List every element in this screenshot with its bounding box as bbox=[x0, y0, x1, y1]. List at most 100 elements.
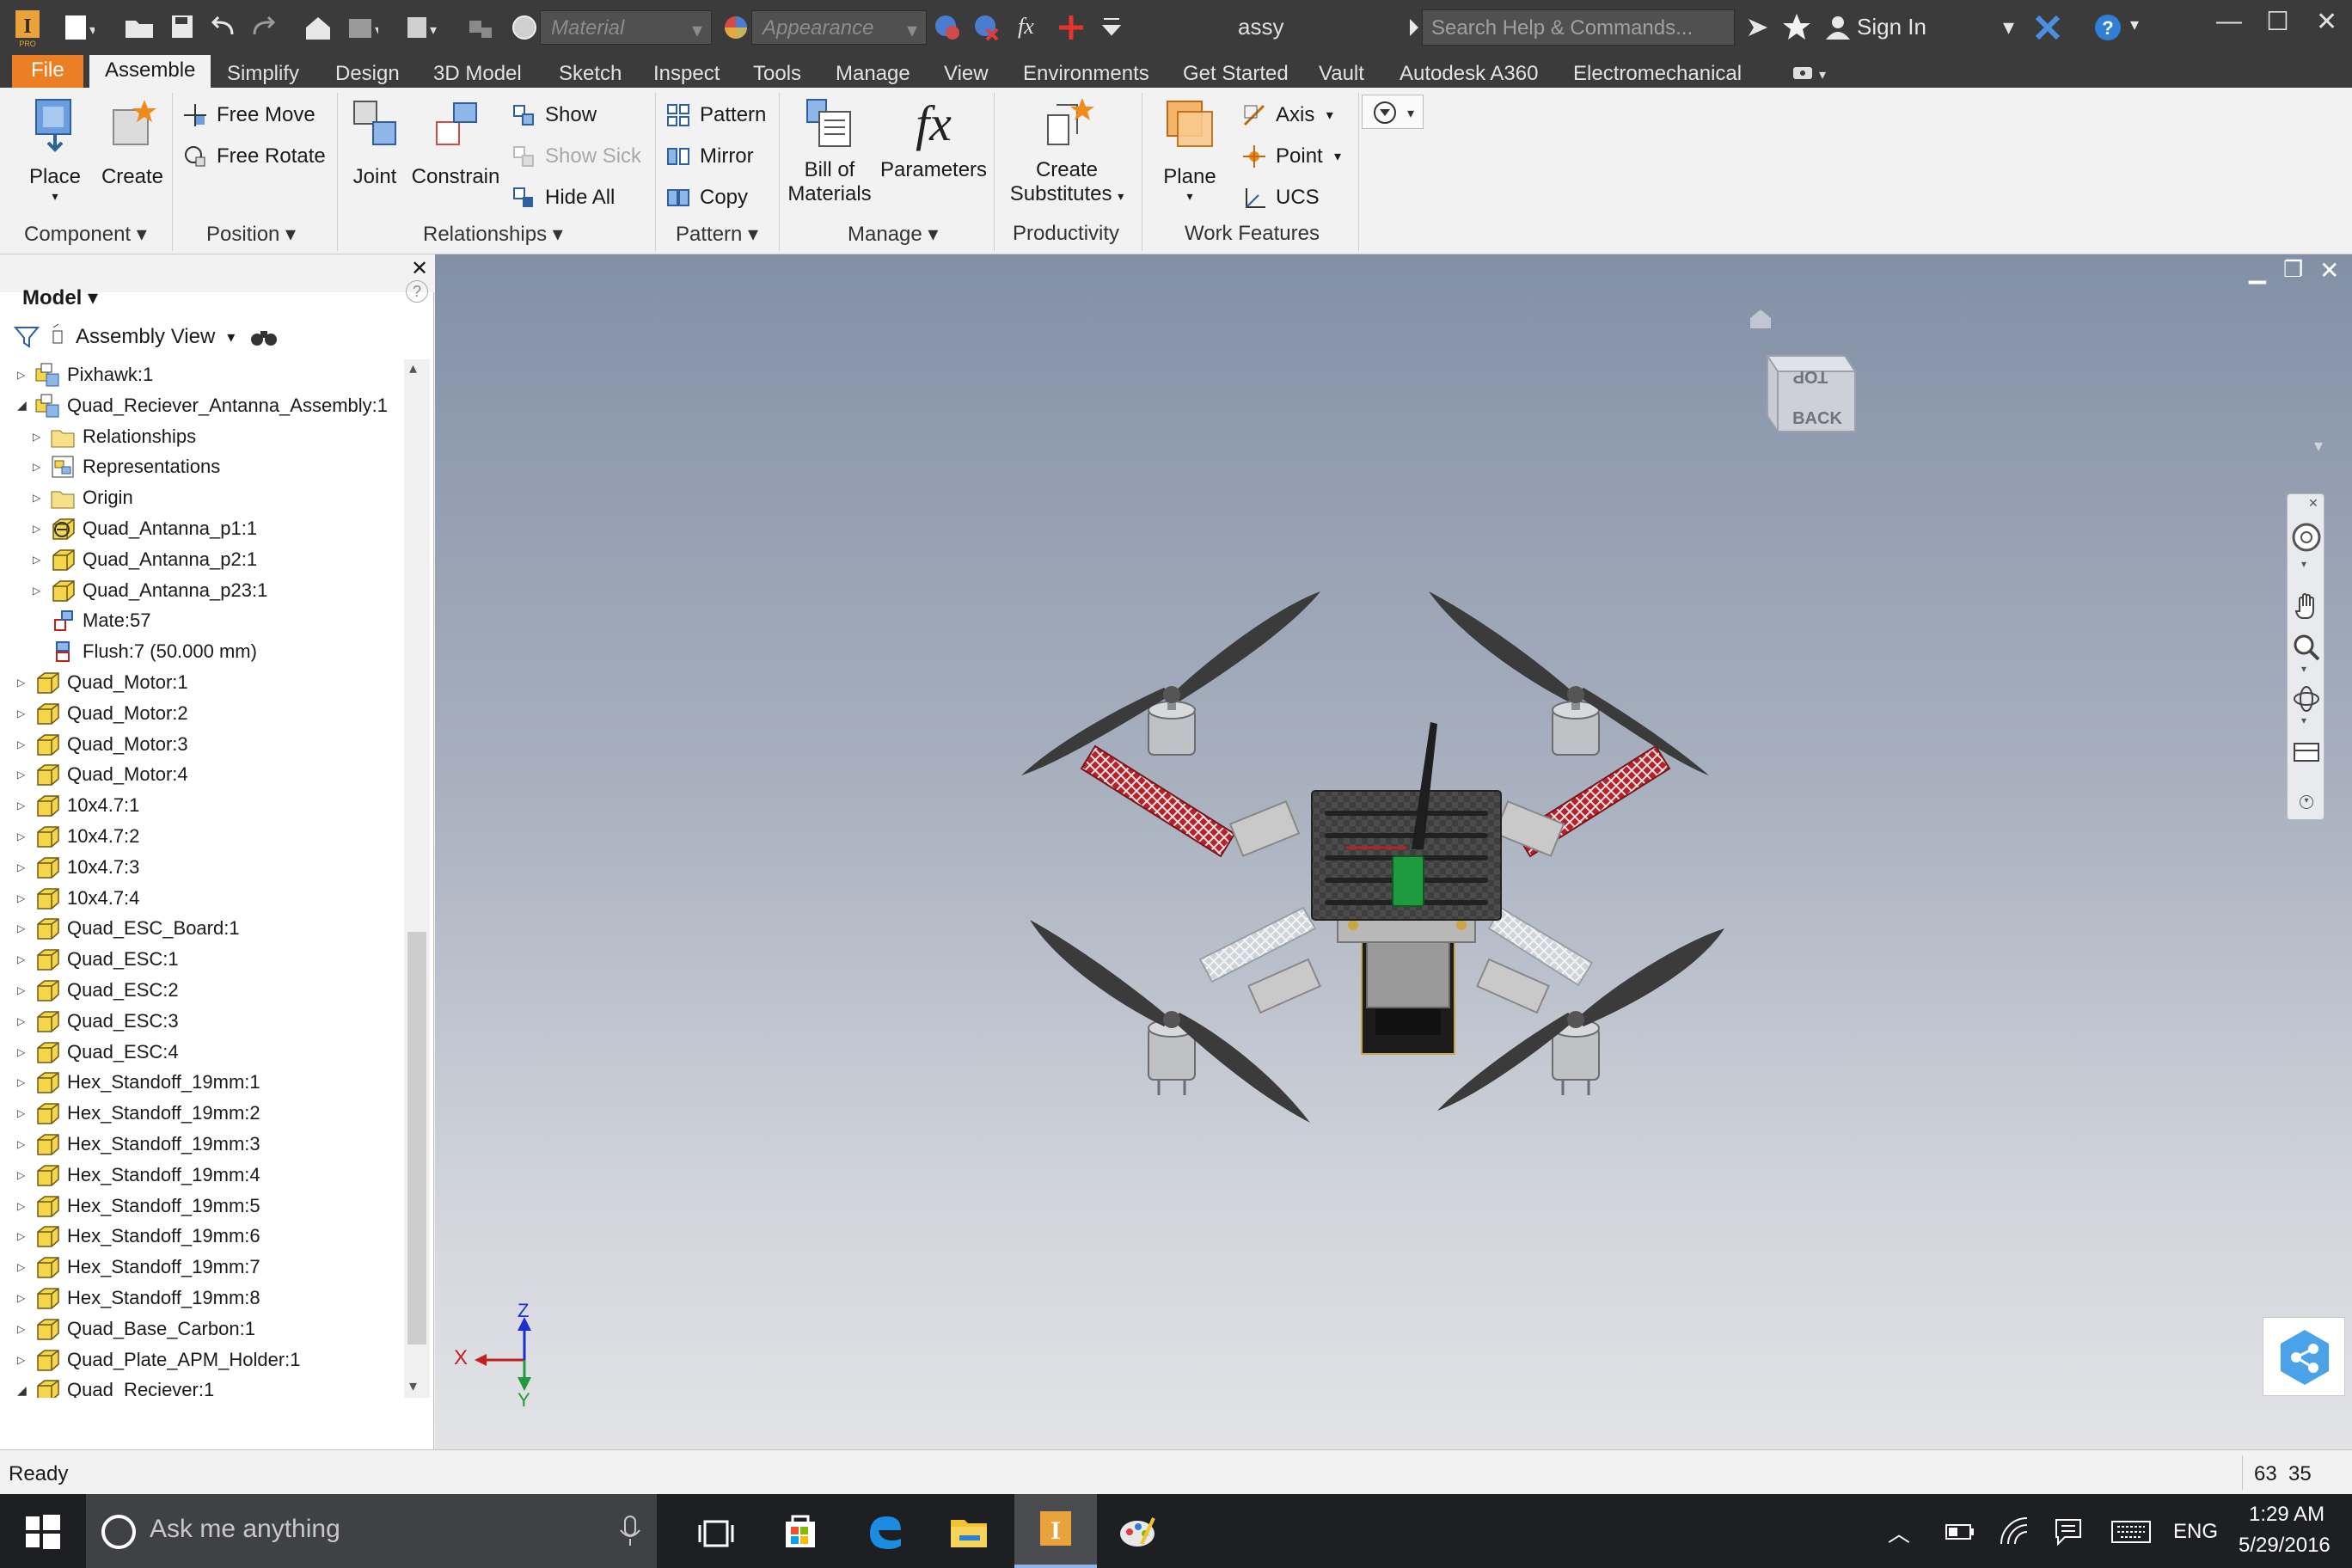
tree-node[interactable]: ◢ Quad_Reciever_Antanna_Assembly:1 bbox=[17, 390, 388, 421]
tab-environments[interactable]: Environments bbox=[1023, 58, 1149, 88]
tree-node[interactable]: ▷ Quad_Motor:1 bbox=[17, 667, 188, 698]
action-center-icon[interactable] bbox=[2051, 1515, 2086, 1549]
ribbon-options-icon[interactable]: ▾ bbox=[1792, 58, 1829, 88]
tree-node[interactable]: Mate:57 bbox=[33, 605, 151, 636]
edge-browser-icon[interactable] bbox=[863, 1510, 906, 1553]
exchange-apps-icon[interactable] bbox=[2030, 10, 2065, 45]
component-panel-label[interactable]: Component ▾ bbox=[24, 222, 147, 247]
tree-node[interactable]: ▷ Pixhawk:1 bbox=[17, 359, 153, 390]
adjust-appearance-icon[interactable] bbox=[930, 10, 965, 45]
expand-arrow-icon[interactable]: ▷ bbox=[17, 738, 31, 750]
cortana-search-box[interactable]: Ask me anything bbox=[86, 1494, 657, 1568]
file-explorer-icon[interactable] bbox=[947, 1510, 990, 1553]
filter-icon[interactable] bbox=[12, 322, 41, 352]
relationships-panel-label[interactable]: Relationships ▾ bbox=[423, 222, 563, 247]
microphone-icon[interactable] bbox=[617, 1515, 643, 1549]
expand-arrow-icon[interactable]: ▷ bbox=[17, 1107, 31, 1119]
battery-icon[interactable] bbox=[1943, 1515, 1977, 1549]
tab-autodesk-a360[interactable]: Autodesk A360 bbox=[1400, 58, 1538, 88]
expand-arrow-icon[interactable]: ▷ bbox=[33, 554, 46, 566]
help-search-input[interactable]: Search Help & Commands... bbox=[1422, 9, 1735, 46]
redo-icon[interactable] bbox=[246, 10, 280, 45]
expand-arrow-icon[interactable]: ▷ bbox=[33, 585, 46, 597]
tree-node[interactable]: ▷ Hex_Standoff_19mm:4 bbox=[17, 1160, 260, 1191]
browser-scroll-thumb[interactable] bbox=[407, 932, 426, 1344]
appearance-icon[interactable] bbox=[719, 10, 753, 45]
bill-of-materials-button[interactable]: Bill of Materials bbox=[784, 96, 875, 206]
update-icon[interactable]: ▾ bbox=[344, 10, 382, 45]
expand-arrow-icon[interactable]: ▷ bbox=[17, 1200, 31, 1212]
tree-node[interactable]: ▷ Hex_Standoff_19mm:1 bbox=[17, 1067, 260, 1098]
tree-node[interactable]: ▷ Quad_ESC:4 bbox=[17, 1037, 179, 1068]
language-indicator[interactable]: ENG bbox=[2173, 1520, 2218, 1544]
parameters-button[interactable]: fx Parameters bbox=[880, 96, 987, 182]
browser-help-icon[interactable]: ? bbox=[406, 280, 428, 303]
expand-arrow-icon[interactable]: ▷ bbox=[17, 1169, 31, 1181]
expand-arrow-icon[interactable]: ▷ bbox=[17, 369, 31, 381]
tree-node[interactable]: ▷ Quad_Antanna_p2:1 bbox=[33, 544, 257, 575]
expand-arrow-icon[interactable]: ▷ bbox=[17, 953, 31, 965]
inventor-taskbar-button[interactable]: I bbox=[1014, 1494, 1097, 1568]
expand-arrow-icon[interactable]: ▷ bbox=[17, 1323, 31, 1335]
manage-panel-label[interactable]: Manage ▾ bbox=[848, 222, 938, 247]
help-icon[interactable]: ? bbox=[2091, 10, 2125, 45]
tree-node[interactable]: ▷ Relationships bbox=[33, 421, 196, 452]
tree-node[interactable]: ▷ Hex_Standoff_19mm:8 bbox=[17, 1283, 260, 1314]
tab-get-started[interactable]: Get Started bbox=[1183, 58, 1289, 88]
tree-node[interactable]: ▷ Quad_ESC:1 bbox=[17, 944, 179, 975]
point-button[interactable]: Point ▾ bbox=[1241, 143, 1341, 170]
expand-arrow-icon[interactable]: ▷ bbox=[17, 1076, 31, 1088]
expand-arrow-icon[interactable]: ▷ bbox=[17, 769, 31, 781]
constrain-button[interactable]: Constrain bbox=[411, 96, 500, 189]
paint-app-icon[interactable] bbox=[1116, 1510, 1159, 1553]
copy-button[interactable]: Copy bbox=[665, 184, 748, 211]
tree-node[interactable]: ▷ Quad_Motor:3 bbox=[17, 729, 188, 760]
expand-arrow-icon[interactable]: ▷ bbox=[17, 1230, 31, 1242]
material-dropdown[interactable]: Material ▾ bbox=[540, 10, 712, 45]
tab-3d-model[interactable]: 3D Model bbox=[433, 58, 522, 88]
expand-arrow-icon[interactable]: ▷ bbox=[33, 461, 46, 473]
sign-in-dropdown-icon[interactable]: ▾ bbox=[2003, 14, 2014, 40]
save-icon[interactable] bbox=[165, 10, 199, 45]
expand-arrow-icon[interactable]: ▷ bbox=[17, 799, 31, 812]
task-view-icon[interactable] bbox=[695, 1511, 738, 1554]
select-icon[interactable]: ▾ bbox=[402, 10, 437, 45]
expand-arrow-icon[interactable]: ▷ bbox=[17, 984, 31, 996]
expand-arrow-icon[interactable]: ▷ bbox=[17, 861, 31, 873]
find-binoculars-icon[interactable] bbox=[248, 322, 279, 352]
expand-arrow-icon[interactable]: ▷ bbox=[17, 892, 31, 904]
tree-node[interactable]: ▷ Quad_ESC:3 bbox=[17, 1006, 179, 1037]
model-dropdown[interactable]: Model ▾ bbox=[22, 285, 98, 310]
create-substitutes-button[interactable]: Create Substitutes ▾ bbox=[1006, 96, 1128, 206]
add-icon[interactable] bbox=[1054, 10, 1088, 45]
tree-node[interactable]: ▷ Quad_Motor:4 bbox=[17, 759, 188, 790]
tree-node[interactable]: ▷ Quad_ESC:2 bbox=[17, 975, 179, 1006]
ucs-button[interactable]: UCS bbox=[1241, 184, 1320, 211]
scroll-up-icon[interactable]: ▴ bbox=[409, 359, 417, 377]
close-window-icon[interactable]: ✕ bbox=[2316, 7, 2337, 37]
minimize-window-icon[interactable]: — bbox=[2216, 7, 2242, 36]
tree-node[interactable]: ▷ Quad_ESC_Board:1 bbox=[17, 913, 240, 944]
tab-assemble[interactable]: Assemble bbox=[89, 55, 211, 88]
communication-center-icon[interactable] bbox=[1742, 10, 1776, 45]
tab-file[interactable]: File bbox=[12, 55, 83, 88]
user-icon[interactable] bbox=[1821, 10, 1855, 45]
show-button[interactable]: Show bbox=[511, 101, 597, 129]
tab-design[interactable]: Design bbox=[335, 58, 400, 88]
expand-arrow-icon[interactable]: ▷ bbox=[17, 1138, 31, 1150]
graphics-viewport[interactable]: ▁ ❐ ✕ TOP BACK ▾ ✕ ▾ ▾ ▾ ▾ X Z Y bbox=[435, 254, 2352, 1449]
tree-node[interactable]: ▷ Quad_Base_Carbon:1 bbox=[17, 1314, 255, 1344]
clock-time[interactable]: 1:29 AM bbox=[2249, 1503, 2324, 1527]
pattern-button[interactable]: Pattern bbox=[665, 101, 766, 129]
expand-arrow-icon[interactable]: ▷ bbox=[17, 1354, 31, 1366]
tree-node[interactable]: ▷ Quad_Antanna_p23:1 bbox=[33, 575, 267, 606]
appearance-dropdown[interactable]: Appearance ▾ bbox=[751, 10, 927, 45]
favorites-star-icon[interactable] bbox=[1779, 10, 1814, 45]
maximize-window-icon[interactable]: ☐ bbox=[2266, 7, 2289, 37]
tree-node[interactable]: ▷ 10x4.7:1 bbox=[17, 790, 139, 821]
assembly-view-dropdown[interactable]: Assembly View bbox=[76, 325, 215, 349]
undo-icon[interactable] bbox=[206, 10, 241, 45]
expand-arrow-icon[interactable]: ▷ bbox=[33, 492, 46, 504]
tree-node[interactable]: ▷ Hex_Standoff_19mm:2 bbox=[17, 1098, 260, 1129]
create-button[interactable]: Create bbox=[96, 96, 168, 189]
